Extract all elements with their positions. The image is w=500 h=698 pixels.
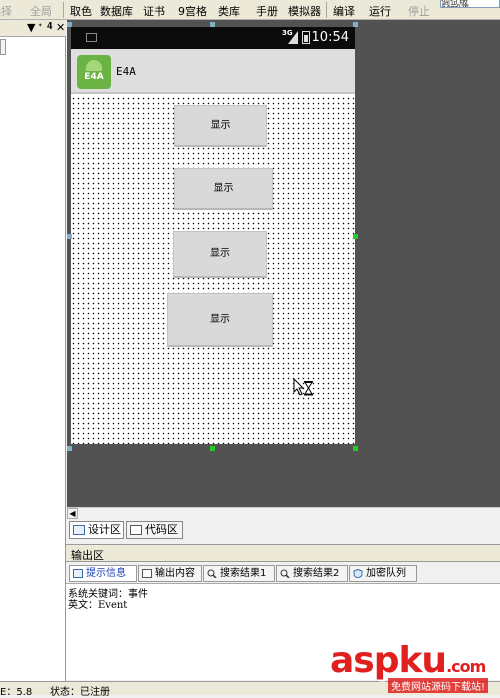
android-app-icon: E4A [77, 55, 111, 89]
tab-encrypt-queue-label: 加密队列 [366, 568, 406, 579]
tab-hints[interactable]: 提示信息 [69, 565, 137, 582]
resize-handle[interactable] [353, 234, 358, 239]
tab-hints-label: 提示信息 [86, 568, 126, 579]
auto-hide-icon[interactable]: 𝟒 [47, 21, 53, 32]
tab-encrypt-queue[interactable]: 加密队列 [349, 565, 417, 582]
toolbar-select-button[interactable]: 选择 [0, 3, 12, 19]
tab-design-label: 设计区 [88, 523, 121, 536]
resize-handle[interactable] [353, 22, 358, 27]
output-tab-strip: 提示信息 输出内容 搜索结果1 搜索结果2 加密队列 [66, 564, 500, 583]
output-line: 英文：Event [68, 600, 128, 611]
shield-icon [353, 569, 363, 578]
main-toolbar: 选择 全局 取色 数据库 证书 9宫格 类库 手册 模拟器 编译 运行 停止 调… [0, 0, 500, 20]
toolbar-manual-button[interactable]: 手册 [256, 3, 278, 19]
tab-output[interactable]: 输出内容 [138, 565, 202, 582]
tab-search-2-label: 搜索结果2 [293, 568, 340, 579]
toolbar-separator [326, 2, 327, 18]
show-button-3[interactable]: 显示 [173, 231, 267, 278]
toolbar-cert-button[interactable]: 证书 [143, 3, 165, 19]
toolbar-database-button[interactable]: 数据库 [100, 3, 133, 19]
battery-icon [302, 31, 310, 44]
app-title: E4A [116, 65, 136, 78]
resize-handle[interactable] [67, 446, 72, 451]
dropdown-icon[interactable]: ▼ [27, 21, 35, 34]
show-button-4[interactable]: 显示 [167, 293, 273, 347]
tab-code[interactable]: 代码区 [126, 521, 183, 539]
resize-handle[interactable] [67, 22, 72, 27]
toolbar-color-button[interactable]: 取色 [70, 3, 92, 19]
version-text: E：5.8 [0, 687, 33, 698]
status-time: 10:54 [311, 30, 349, 45]
scroll-left-icon[interactable]: ◀ [67, 508, 78, 519]
output-panel-title: 输出区 [71, 549, 104, 562]
watermark-tagline: 免费网站源码下载站! [388, 678, 489, 693]
left-panel: ▼ ᐩ 𝟒 ✕ [0, 20, 66, 685]
toolbar-compile-button[interactable]: 编译 [333, 3, 355, 19]
pin-icon[interactable]: ᐩ [38, 21, 42, 34]
magnifier-icon [280, 569, 290, 578]
phone-status-bar: 3G 10:54 [71, 27, 355, 49]
build-mode-select[interactable]: 调试版 armv6 [440, 0, 500, 8]
left-panel-header: ▼ ᐩ 𝟒 ✕ [0, 20, 66, 37]
resize-handle[interactable] [210, 22, 215, 27]
output-doc-icon [142, 569, 152, 578]
toolbar-separator [63, 2, 64, 18]
tab-output-label: 输出内容 [155, 568, 195, 579]
signal-icon [288, 31, 298, 44]
left-panel-tab[interactable] [0, 39, 6, 55]
design-tab-icon [73, 525, 85, 535]
toolbar-stop-button[interactable]: 停止 [408, 3, 430, 19]
code-tab-icon [130, 525, 142, 535]
keyboard-icon [86, 33, 97, 42]
show-button-1[interactable]: 显示 [174, 105, 267, 147]
tab-design[interactable]: 设计区 [69, 521, 124, 539]
toolbar-library-button[interactable]: 类库 [218, 3, 240, 19]
design-tab-strip: 设计区 代码区 [67, 519, 500, 540]
resize-handle[interactable] [67, 234, 72, 239]
toolbar-emulator-button[interactable]: 模拟器 [288, 3, 321, 19]
app-title-bar: E4A E4A [71, 49, 355, 94]
busy-cursor-icon [293, 378, 313, 396]
show-button-2[interactable]: 显示 [174, 168, 273, 210]
tab-code-label: 代码区 [145, 523, 178, 536]
design-canvas-area: 3G 10:54 E4A E4A 显示 显示 显示 显示 [67, 20, 500, 507]
toolbar-global-button[interactable]: 全局 [30, 3, 52, 19]
close-icon[interactable]: ✕ [56, 21, 65, 34]
toolbar-run-button[interactable]: 运行 [369, 3, 391, 19]
watermark-main: aspku.com [330, 640, 486, 681]
tab-search-2[interactable]: 搜索结果2 [276, 565, 348, 582]
horizontal-scrollbar[interactable]: ◀ [67, 507, 500, 519]
info-doc-icon [73, 569, 83, 578]
resize-handle[interactable] [353, 446, 358, 451]
tab-search-1-label: 搜索结果1 [220, 568, 267, 579]
resize-handle[interactable] [210, 446, 215, 451]
registration-status: 状态：已注册 [50, 687, 110, 698]
watermark-logo: aspku.com 免费网站源码下载站! [330, 640, 500, 695]
tab-search-1[interactable]: 搜索结果1 [203, 565, 275, 582]
magnifier-icon [207, 569, 217, 578]
output-panel-header: 输出区 [66, 544, 500, 562]
toolbar-grid-button[interactable]: 9宫格 [178, 3, 207, 19]
